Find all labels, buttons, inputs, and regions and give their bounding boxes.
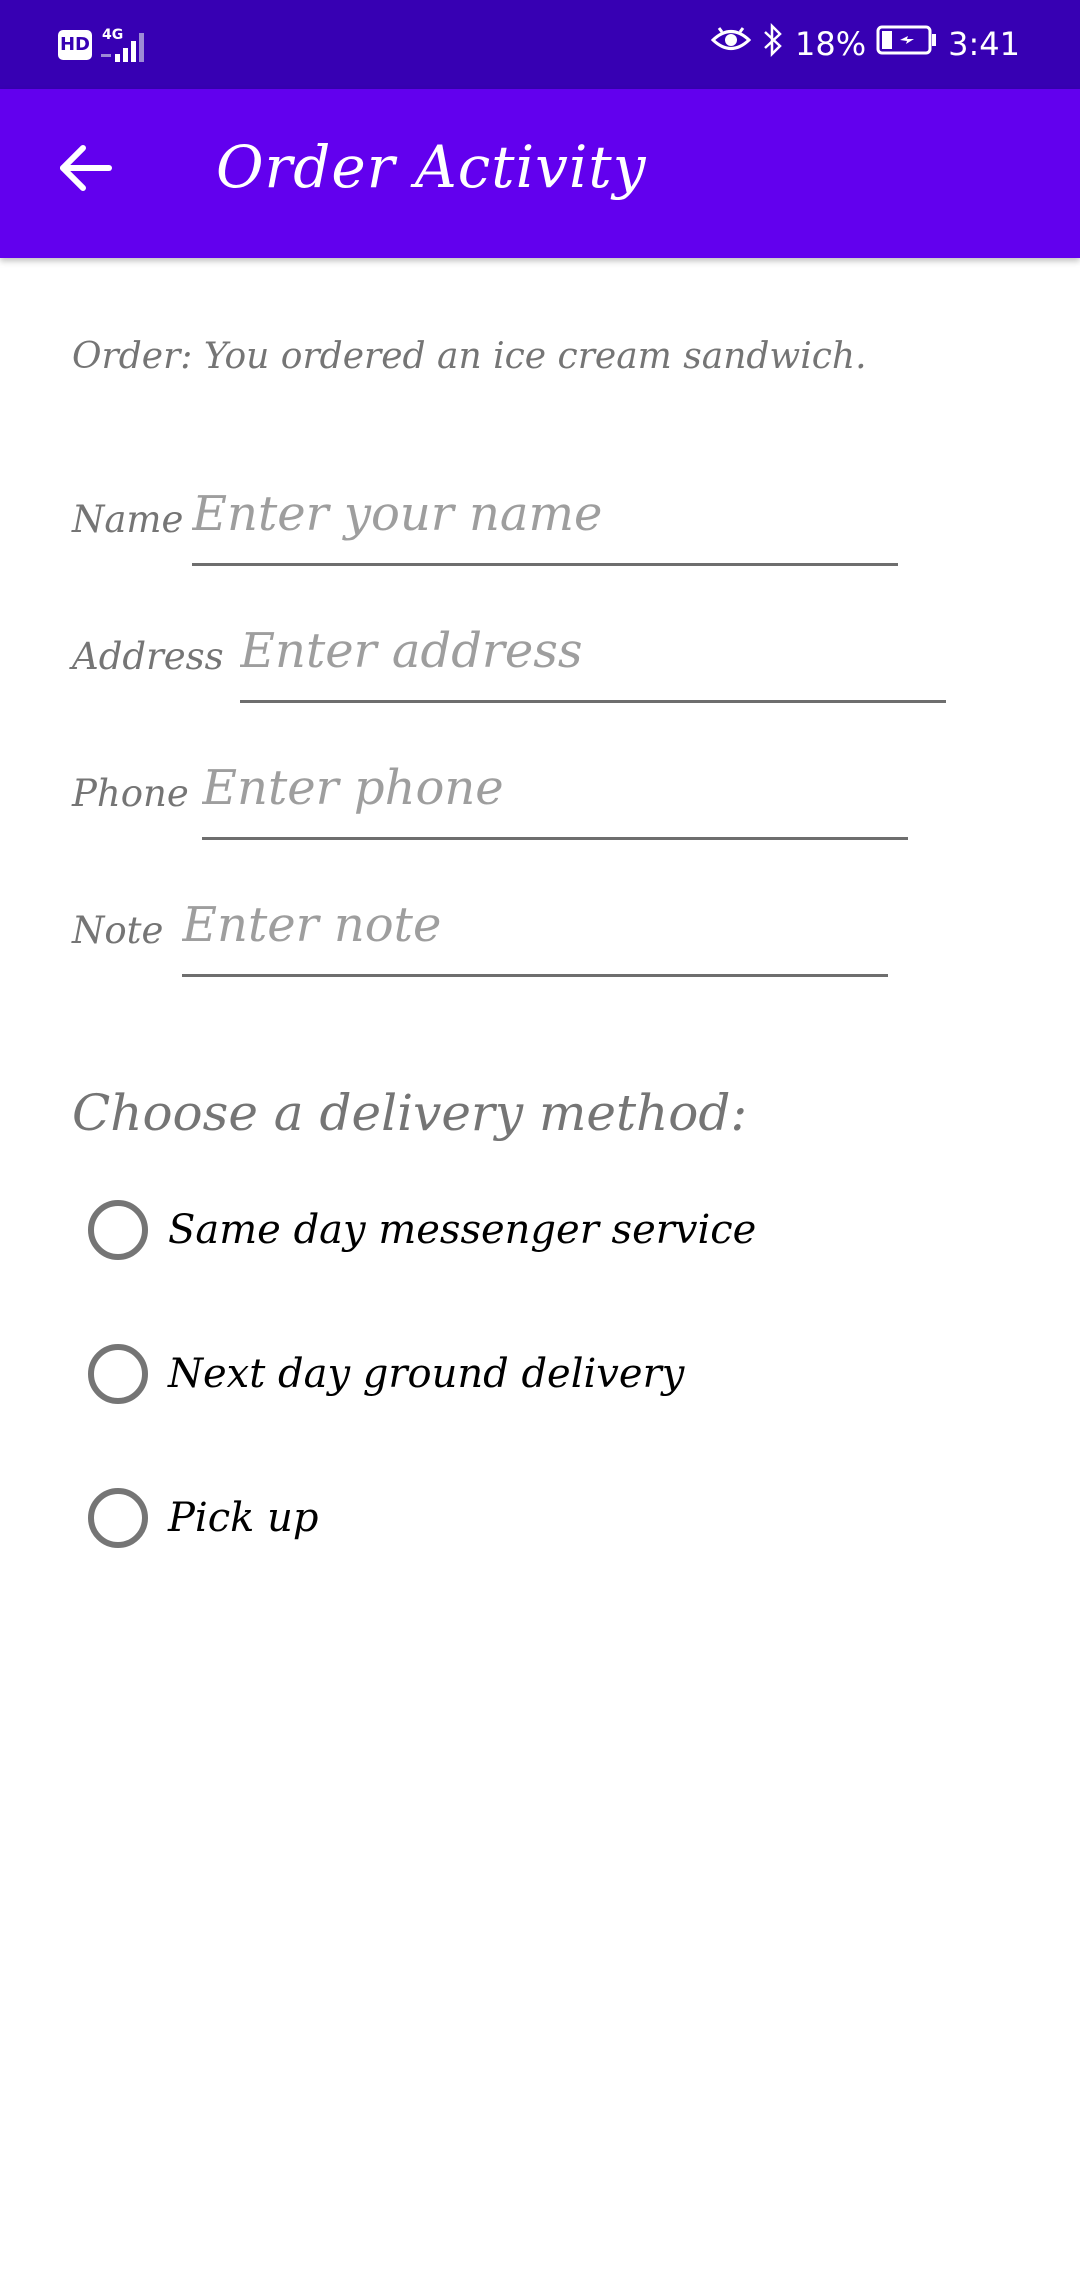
address-row: Address (72, 615, 972, 715)
note-field[interactable] (182, 889, 888, 977)
phone-field[interactable] (202, 752, 908, 840)
radio-button-icon[interactable] (88, 1488, 148, 1548)
address-label: Address (72, 635, 224, 678)
page-title: Order Activity (216, 133, 647, 201)
radio-label: Same day messenger service (168, 1207, 757, 1253)
radio-same-day[interactable]: Same day messenger service (88, 1190, 756, 1270)
status-bar: HD 4G 18% 3:41 (0, 0, 1080, 89)
name-label: Name (72, 498, 184, 541)
hd-icon: HD (58, 30, 92, 60)
name-row: Name (72, 478, 972, 578)
radio-label: Next day ground delivery (168, 1351, 685, 1397)
radio-pick-up[interactable]: Pick up (88, 1478, 318, 1558)
delivery-heading: Choose a delivery method: (72, 1084, 748, 1142)
phone-row: Phone (72, 752, 972, 852)
app-bar: Order Activity (0, 89, 1080, 258)
clock: 3:41 (948, 25, 1020, 63)
signal-icon (97, 30, 147, 68)
order-summary: Order: You ordered an ice cream sandwich… (72, 336, 867, 377)
radio-next-day[interactable]: Next day ground delivery (88, 1334, 684, 1414)
bluetooth-icon (761, 22, 785, 66)
arrow-back-icon (57, 144, 113, 196)
phone-label: Phone (72, 772, 189, 815)
back-button[interactable] (50, 135, 120, 205)
status-right: 18% 3:41 (710, 22, 1020, 66)
address-field[interactable] (240, 615, 946, 703)
battery-icon (876, 24, 938, 64)
radio-button-icon[interactable] (88, 1200, 148, 1260)
name-field[interactable] (192, 478, 898, 566)
note-label: Note (72, 909, 164, 952)
eye-icon (710, 25, 752, 63)
battery-percent: 18% (795, 25, 867, 63)
radio-button-icon[interactable] (88, 1344, 148, 1404)
status-left: HD 4G (58, 26, 183, 64)
radio-label: Pick up (168, 1495, 319, 1541)
note-row: Note (72, 889, 972, 989)
